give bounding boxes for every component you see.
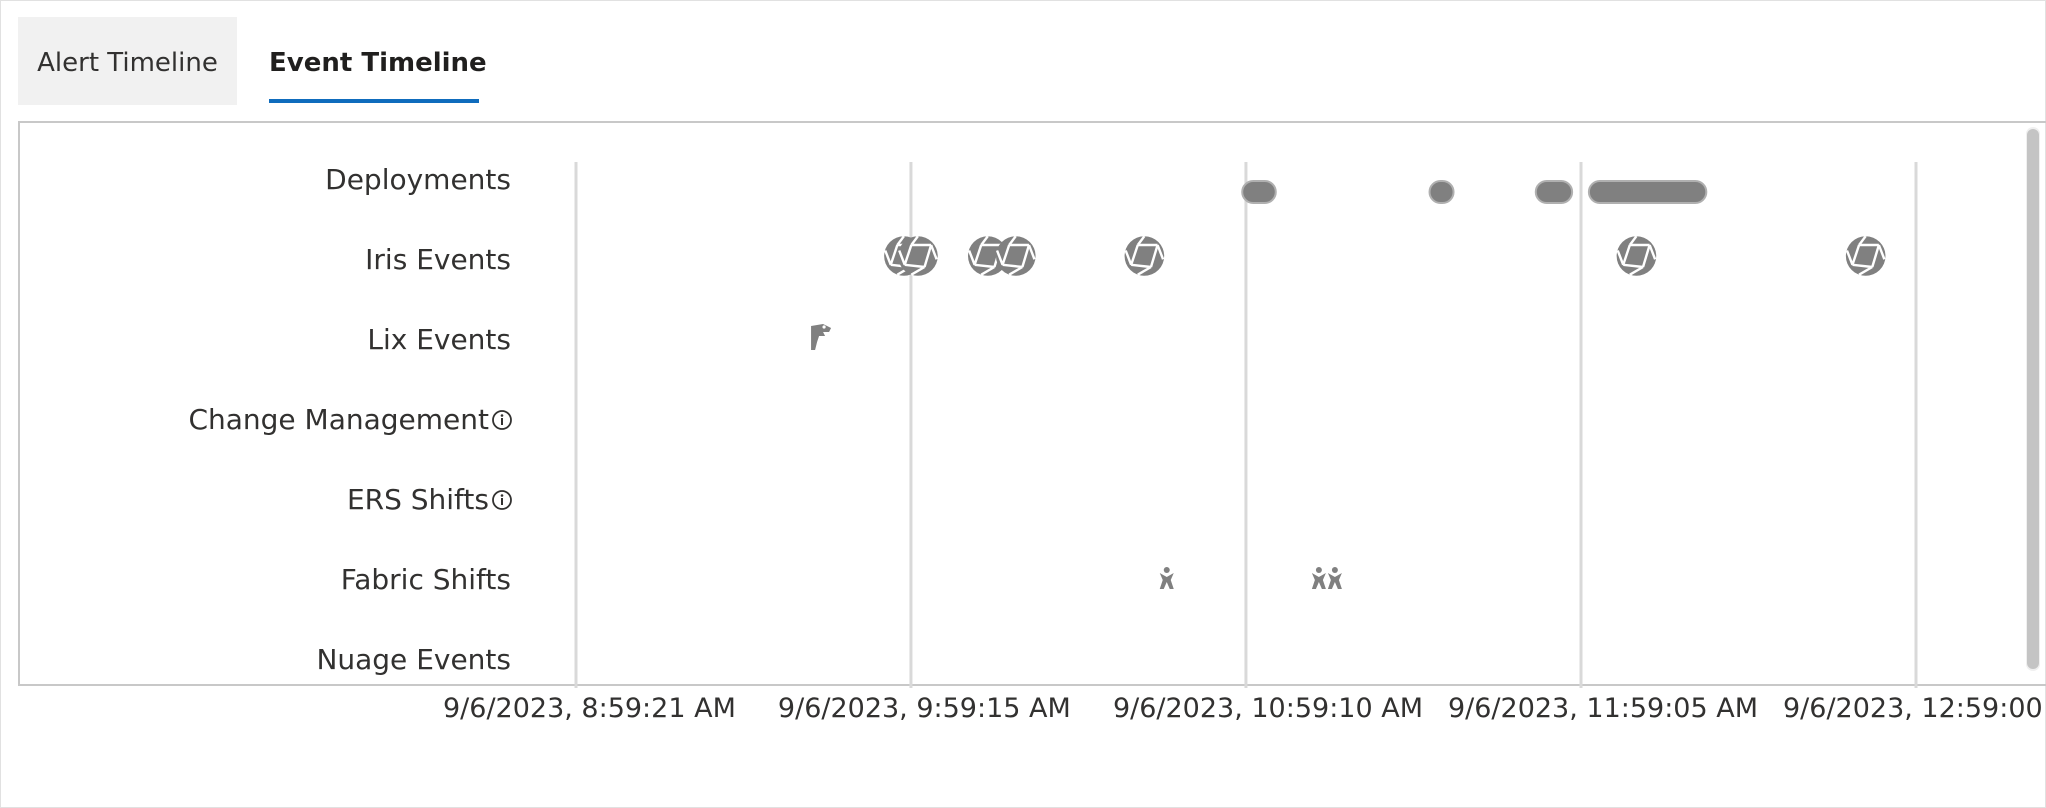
- x-tick-label: 9/6/2023, 11:59:05 AM: [1447, 693, 1759, 724]
- x-tick-label: 9/6/2023, 12:59:00 PM: [1783, 693, 2046, 724]
- people-icon[interactable]: [1159, 567, 1174, 589]
- deployment-bar[interactable]: [1534, 180, 1574, 204]
- x-tick-label: 9/6/2023, 9:59:15 AM: [777, 693, 1071, 724]
- dino-icon[interactable]: [811, 324, 832, 350]
- shutter-icon[interactable]: [1123, 234, 1166, 278]
- people-icon[interactable]: [1327, 567, 1342, 589]
- timeline-plot: [574, 162, 1918, 688]
- deployment-bar[interactable]: [1587, 180, 1708, 204]
- deployment-bar[interactable]: [1428, 180, 1455, 204]
- shutter-icon[interactable]: [896, 234, 939, 278]
- shutter-icon[interactable]: [1844, 234, 1887, 278]
- shutter-icon[interactable]: [1615, 234, 1658, 278]
- x-tick-label: 9/6/2023, 8:59:21 AM: [443, 693, 736, 724]
- deployment-bar[interactable]: [1241, 180, 1277, 204]
- people-icon[interactable]: [1311, 567, 1326, 589]
- shutter-icon[interactable]: [994, 234, 1037, 278]
- x-tick-label: 9/6/2023, 10:59:10 AM: [1112, 693, 1423, 724]
